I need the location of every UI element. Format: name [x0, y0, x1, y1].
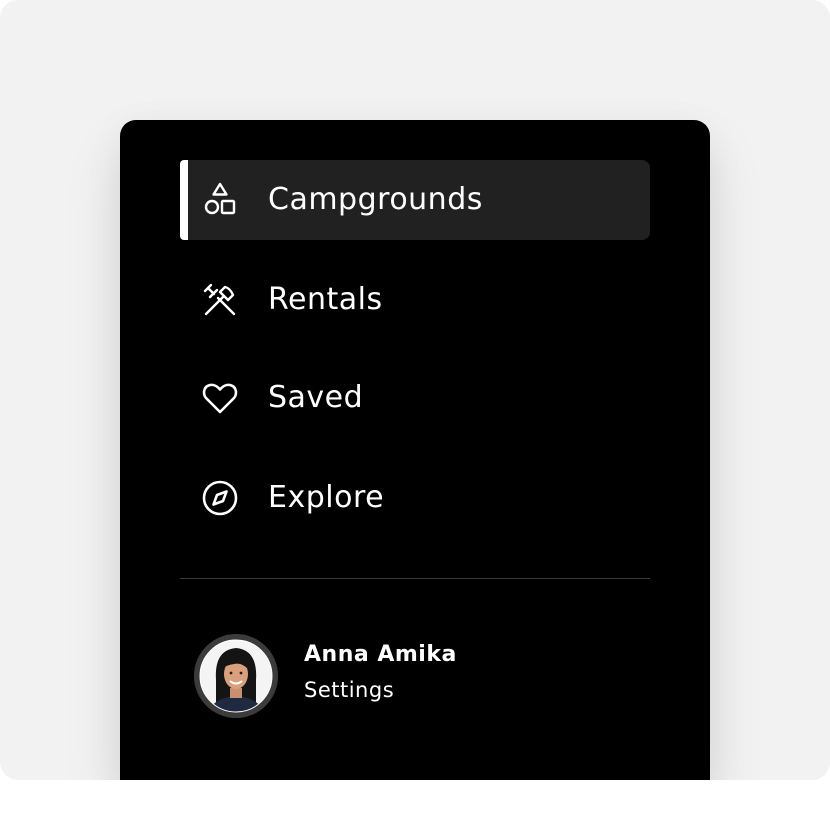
avatar[interactable]: [194, 634, 278, 718]
shapes-icon: [200, 180, 240, 220]
divider: [180, 578, 650, 579]
nav-item-saved[interactable]: Saved: [180, 358, 650, 438]
heart-icon: [200, 378, 240, 418]
settings-link[interactable]: Settings: [304, 678, 394, 702]
profile-name: Anna Amika: [304, 642, 457, 667]
nav-label-campgrounds: Campgrounds: [268, 182, 483, 217]
tools-icon: [200, 280, 240, 320]
nav-item-campgrounds[interactable]: Campgrounds: [180, 160, 650, 240]
nav-item-explore[interactable]: Explore: [180, 458, 650, 538]
nav-label-explore: Explore: [268, 480, 385, 515]
active-indicator: [180, 160, 188, 240]
nav-label-rentals: Rentals: [268, 282, 383, 317]
sidebar-nav: Campgrounds Rentals Saved Explore Anna A…: [120, 120, 710, 780]
nav-item-rentals[interactable]: Rentals: [180, 260, 650, 340]
nav-label-saved: Saved: [268, 380, 364, 415]
user-profile[interactable]: Anna Amika Settings: [194, 634, 654, 718]
page-background: Campgrounds Rentals Saved Explore Anna A…: [0, 0, 830, 780]
compass-icon: [200, 478, 240, 518]
